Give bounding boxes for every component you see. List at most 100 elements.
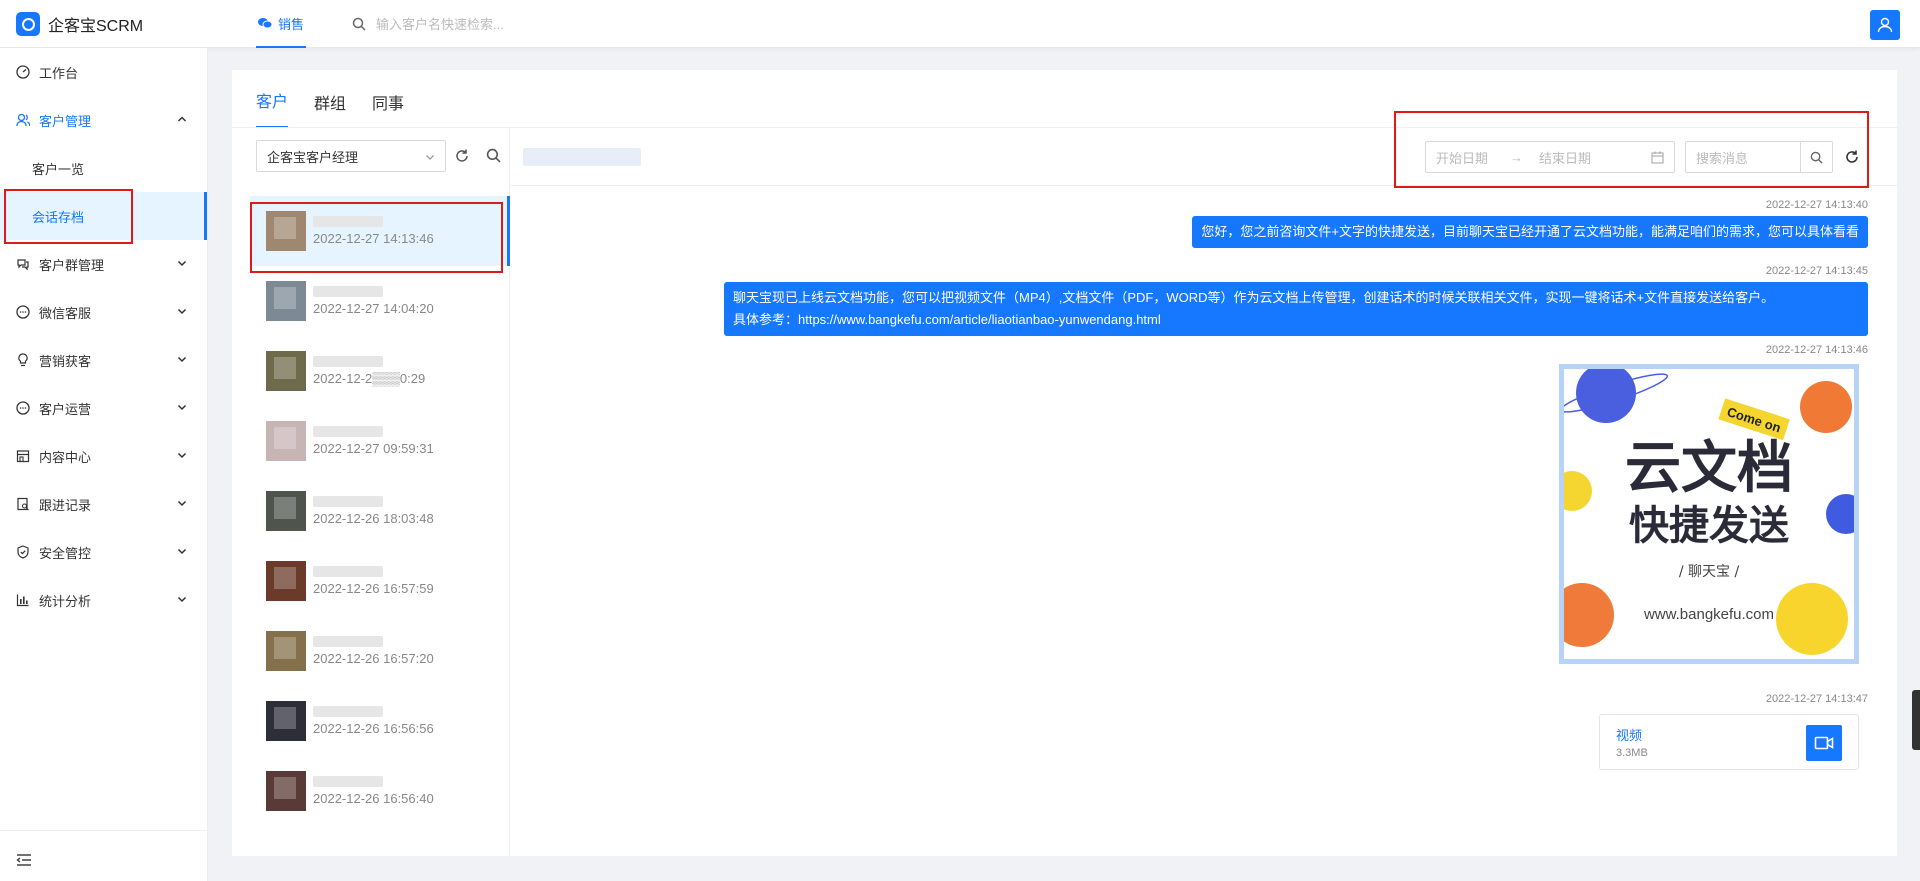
annotation-box — [4, 189, 133, 244]
chevron-down-icon — [177, 356, 187, 363]
message-bubble: 聊天宝现已上线云文档功能，您可以把视频文件（MP4）,文档文件（PDF，WORD… — [724, 282, 1868, 336]
search-icon[interactable] — [486, 148, 501, 163]
user-avatar-button[interactable] — [1870, 10, 1900, 40]
chat-dots-icon — [16, 401, 30, 415]
dashboard-icon — [16, 65, 30, 79]
chevron-down-icon — [177, 308, 187, 315]
list-item[interactable]: 2022-12-2▒▒▒0:29 — [250, 336, 510, 406]
list-item[interactable]: 2022-12-27 14:04:20 — [250, 266, 510, 336]
avatar — [266, 351, 306, 391]
list-item-time: 2022-12-26 16:57:59 — [313, 581, 434, 596]
side-scroll-handle[interactable] — [1912, 690, 1920, 750]
group-chat-icon — [17, 259, 29, 271]
avatar — [266, 701, 306, 741]
contact-name-blurred — [313, 426, 383, 437]
search-icon — [352, 17, 366, 31]
list-item-body: 2022-12-26 18:03:48 — [313, 496, 434, 526]
annotation-box — [250, 202, 503, 273]
tab-groups[interactable]: 群组 — [314, 90, 346, 128]
avatar — [266, 631, 306, 671]
list-item[interactable]: 2022-12-26 16:56:40 — [250, 756, 510, 826]
sidebar-item-label: 工作台 — [39, 65, 79, 81]
sidebar: 工作台 客户管理 客户一览 会话存档 客户群管理 微信客服 营销获客 客户运营 … — [0, 48, 208, 881]
list-item[interactable]: 2022-12-27 09:59:31 — [250, 406, 510, 476]
avatar — [266, 561, 306, 601]
list-item-time: 2022-12-2▒▒▒0:29 — [313, 371, 426, 386]
poster-title-line2: 快捷发送 — [1629, 503, 1789, 549]
video-size: 3.3MB — [1616, 747, 1648, 759]
menu-collapse-icon[interactable] — [16, 853, 32, 867]
avatar — [266, 771, 306, 811]
contact-name-blurred — [313, 286, 383, 297]
chevron-down-icon — [177, 452, 187, 459]
avatar — [266, 491, 306, 531]
sidebar-item-marketing[interactable]: 营销获客 — [0, 336, 207, 384]
message-timestamp: 2022-12-27 14:13:46 — [1765, 344, 1868, 356]
refresh-icon[interactable] — [454, 148, 470, 164]
sidebar-item-label: 微信客服 — [39, 305, 92, 321]
app-title: 企客宝SCRM — [48, 18, 144, 35]
sidebar-item-customer-overview[interactable]: 客户一览 — [0, 144, 207, 192]
sidebar-item-follow-up[interactable]: 跟进记录 — [0, 480, 207, 528]
list-item[interactable]: 2022-12-26 18:03:48 — [250, 476, 510, 546]
list-item[interactable]: 2022-12-26 16:57:20 — [250, 616, 510, 686]
customer-search[interactable]: 输入客户名快速检索... — [352, 14, 504, 33]
customer-search-input[interactable]: 输入客户名快速检索... — [376, 14, 504, 33]
tab-customers[interactable]: 客户 — [256, 88, 289, 128]
tab-sales-label: 销售 — [278, 16, 305, 32]
chevron-down-icon — [177, 404, 187, 411]
wechat-icon — [258, 18, 272, 29]
chevron-down-icon — [426, 155, 434, 160]
chevron-down-icon — [177, 596, 187, 603]
list-item-time: 2022-12-26 16:56:56 — [313, 721, 434, 736]
list-item-time: 2022-12-27 14:04:20 — [313, 301, 434, 316]
sidebar-item-label: 客户管理 — [39, 113, 92, 129]
list-item-body: 2022-12-26 16:57:59 — [313, 566, 434, 596]
sidebar-item-wechat-service[interactable]: 微信客服 — [0, 288, 207, 336]
list-item-time: 2022-12-27 09:59:31 — [313, 441, 434, 456]
sidebar-item-customer-operation[interactable]: 客户运营 — [0, 384, 207, 432]
sidebar-item-content-center[interactable]: 内容中心 — [0, 432, 207, 480]
users-icon — [16, 113, 30, 127]
sidebar-item-statistics[interactable]: 统计分析 — [0, 576, 207, 624]
app-logo[interactable]: 企客宝SCRM — [16, 12, 143, 36]
contact-name-blurred — [313, 356, 383, 367]
sidebar-divider — [0, 830, 207, 831]
sidebar-item-label: 客户群管理 — [39, 257, 105, 273]
message-timestamp: 2022-12-27 14:13:47 — [1765, 693, 1868, 705]
chevron-down-icon — [177, 260, 187, 267]
sidebar-item-label: 安全管控 — [39, 545, 92, 561]
chevron-up-icon — [177, 116, 187, 122]
top-bar: 企客宝SCRM 销售 输入客户名快速检索... — [0, 0, 1920, 48]
sidebar-item-customer-management[interactable]: 客户管理 — [0, 96, 207, 144]
contact-list: 2022-12-27 14:13:46 2022-12-27 14:04:20 20… — [250, 196, 510, 856]
manager-select[interactable]: 企客宝客户经理 — [256, 140, 446, 172]
list-item-time: 2022-12-26 18:03:48 — [313, 511, 434, 526]
chevron-down-icon — [177, 500, 187, 507]
poster-title-line1: 云文档 — [1625, 436, 1793, 501]
contact-name-blurred — [313, 566, 383, 577]
cloud-doc-poster-image: Come on 云文档 快捷发送 / 聊天宝 / www.bangkefu.co… — [1564, 369, 1854, 659]
contact-name-blurred — [313, 636, 383, 647]
list-item[interactable]: 2022-12-26 16:56:56 — [250, 686, 510, 756]
doc-search-icon — [17, 497, 29, 511]
store-icon — [16, 450, 30, 463]
image-message[interactable]: Come on 云文档 快捷发送 / 聊天宝 / www.bangkefu.co… — [1559, 364, 1859, 664]
sidebar-item-security[interactable]: 安全管控 — [0, 528, 207, 576]
tab-sales[interactable]: 销售 — [256, 0, 307, 48]
sidebar-item-label: 客户运营 — [39, 401, 92, 417]
tab-colleagues[interactable]: 同事 — [372, 90, 404, 128]
list-item-body: 2022-12-26 16:56:56 — [313, 706, 434, 736]
sidebar-item-workbench[interactable]: 工作台 — [0, 48, 207, 96]
sidebar-item-group-management[interactable]: 客户群管理 — [0, 240, 207, 288]
message-link[interactable]: 具体参考：https://www.bangkefu.com/article/li… — [733, 309, 1859, 331]
avatar — [266, 281, 306, 321]
contact-name-blurred — [313, 496, 383, 507]
list-item-body: 2022-12-2▒▒▒0:29 — [313, 356, 425, 386]
list-item[interactable]: 2022-12-26 16:57:59 — [250, 546, 510, 616]
message-timestamp: 2022-12-27 14:13:40 — [1765, 199, 1868, 211]
list-item-time: 2022-12-26 16:56:40 — [313, 791, 434, 806]
video-message-card[interactable]: 视频 3.3MB — [1599, 714, 1859, 770]
bulb-icon — [18, 353, 28, 367]
sidebar-item-label: 跟进记录 — [39, 497, 92, 513]
